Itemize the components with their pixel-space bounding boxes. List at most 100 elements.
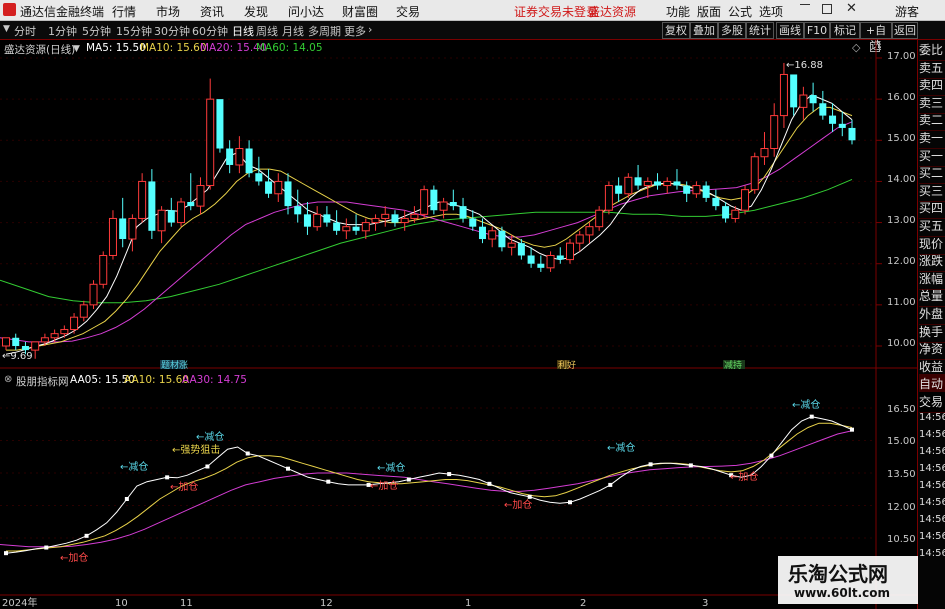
candle[interactable] [245, 148, 253, 174]
candle[interactable] [50, 333, 59, 339]
candle[interactable] [157, 209, 166, 232]
candle[interactable] [760, 148, 769, 158]
candle[interactable] [673, 181, 681, 186]
candle[interactable] [643, 180, 652, 187]
candle[interactable] [119, 218, 127, 240]
candle[interactable] [838, 123, 846, 128]
candle[interactable] [148, 181, 156, 231]
candle[interactable] [488, 230, 497, 240]
candle[interactable] [527, 255, 535, 264]
candle[interactable] [663, 180, 672, 187]
candle[interactable] [654, 181, 662, 186]
candle[interactable] [731, 209, 740, 219]
candle[interactable] [70, 316, 79, 331]
candle[interactable] [381, 213, 390, 219]
candle[interactable] [216, 99, 224, 149]
event-marker-reduce[interactable]: 减持 [724, 359, 742, 371]
event-marker-theme[interactable]: 题材涨 [161, 359, 188, 371]
candle[interactable] [683, 185, 691, 194]
candle[interactable] [722, 206, 730, 219]
candle[interactable] [167, 210, 175, 223]
candle[interactable] [342, 226, 351, 232]
candle[interactable] [604, 185, 613, 211]
candle[interactable] [226, 148, 234, 165]
candle[interactable] [400, 217, 409, 224]
candle[interactable] [430, 189, 438, 211]
candle[interactable] [265, 181, 273, 194]
candle[interactable] [692, 185, 701, 195]
candle[interactable] [294, 206, 302, 215]
candle[interactable] [790, 74, 798, 108]
candle[interactable] [352, 226, 360, 231]
candle[interactable] [517, 243, 525, 256]
candle[interactable] [420, 189, 429, 215]
candle[interactable] [566, 242, 574, 261]
candle[interactable] [12, 337, 20, 346]
candle[interactable] [89, 283, 98, 306]
kline-chart[interactable]: 17.00 16.00 15.00 14.00 13.00 12.00 11.0… [0, 0, 945, 609]
candle[interactable] [284, 181, 292, 207]
candle[interactable] [235, 148, 244, 166]
candle[interactable] [323, 214, 331, 223]
candle[interactable] [303, 214, 311, 227]
trade-time-8: 14:56 [919, 548, 945, 560]
candle[interactable] [79, 304, 88, 318]
candle[interactable] [21, 346, 29, 351]
candle[interactable] [459, 206, 467, 219]
candle[interactable] [108, 217, 117, 256]
x-label-feb: 2 [580, 598, 586, 609]
candle[interactable] [819, 103, 827, 116]
candle[interactable] [585, 226, 594, 236]
indicator-close-icon[interactable]: ⊗ [4, 374, 12, 385]
candle[interactable] [206, 98, 215, 187]
candle[interactable] [439, 201, 448, 211]
candle[interactable] [779, 73, 788, 117]
candle[interactable] [31, 341, 40, 351]
candle[interactable] [196, 185, 205, 207]
candle[interactable] [333, 222, 341, 231]
candle[interactable] [848, 127, 856, 141]
candle[interactable] [546, 254, 555, 269]
candle[interactable] [712, 197, 720, 207]
candle[interactable] [741, 189, 750, 211]
candle[interactable] [469, 218, 477, 227]
y-tick-15: 15.00 [887, 133, 916, 144]
candle[interactable] [702, 185, 710, 198]
candle[interactable] [40, 337, 49, 343]
candle[interactable] [274, 180, 283, 195]
candle[interactable] [537, 263, 545, 268]
candle[interactable] [177, 201, 186, 224]
candle[interactable] [255, 173, 263, 182]
candle[interactable] [410, 213, 419, 219]
candle[interactable] [507, 242, 516, 248]
candle[interactable] [478, 226, 486, 240]
candle[interactable] [575, 234, 584, 244]
event-marker-good[interactable]: 利好 [558, 359, 576, 371]
low-price-label: ←9.69 [2, 351, 33, 362]
candle[interactable] [60, 329, 69, 335]
candle[interactable] [556, 255, 564, 260]
candle[interactable] [624, 176, 633, 195]
candle[interactable] [809, 95, 817, 104]
watermark-title: 乐淘公式网 [788, 562, 888, 586]
candle[interactable] [750, 156, 759, 191]
candle[interactable] [187, 202, 195, 207]
candle[interactable] [595, 209, 604, 228]
candle[interactable] [498, 230, 506, 248]
candle[interactable] [361, 222, 370, 232]
candle[interactable] [313, 213, 322, 228]
side-tab-1[interactable]: 交易 [919, 392, 945, 414]
trade-time-2: 14:56 [919, 446, 945, 458]
candle[interactable] [138, 180, 147, 219]
candle[interactable] [128, 217, 137, 240]
candle[interactable] [799, 94, 808, 108]
candle[interactable] [770, 115, 779, 150]
candle[interactable] [371, 217, 380, 224]
candle[interactable] [391, 214, 399, 223]
candle[interactable] [615, 185, 623, 194]
candle[interactable] [829, 115, 837, 124]
candle[interactable] [449, 202, 457, 207]
candle[interactable] [2, 337, 10, 347]
candle[interactable] [99, 254, 108, 285]
candle[interactable] [634, 177, 642, 186]
